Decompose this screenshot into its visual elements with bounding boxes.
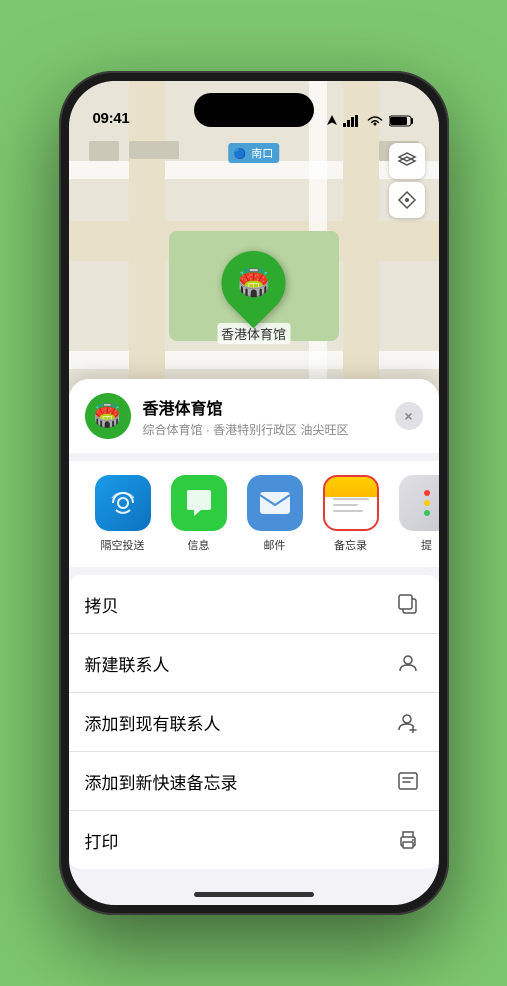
notes-icon-wrap [323, 475, 379, 531]
pin-background: 🏟️ [208, 238, 299, 329]
map-controls [389, 143, 425, 218]
share-row: 隔空投送 信息 [69, 461, 439, 567]
more-dots-col [424, 490, 430, 516]
map-layers-icon [397, 151, 417, 171]
location-arrow-icon [327, 115, 337, 127]
airdrop-label: 隔空投送 [101, 537, 145, 553]
dot-green [424, 510, 430, 516]
add-contact-icon [393, 707, 423, 737]
location-icon [397, 190, 417, 210]
location-pin: 🏟️ 香港体育馆 [217, 251, 290, 344]
status-icons [327, 115, 415, 127]
share-item-mail[interactable]: 邮件 [237, 475, 313, 553]
mail-label: 邮件 [264, 537, 286, 553]
action-copy-label: 拷贝 [85, 592, 393, 617]
notes-label: 备忘录 [334, 537, 367, 553]
dot-red [424, 490, 430, 496]
notes-lines [333, 498, 369, 512]
action-new-contact-label: 新建联系人 [85, 651, 393, 676]
action-add-existing[interactable]: 添加到现有联系人 [69, 693, 439, 752]
dot-yellow [424, 500, 430, 506]
copy-icon [393, 589, 423, 619]
venue-info: 香港体育馆 综合体育馆 · 香港特别行政区 油尖旺区 [143, 395, 383, 438]
mail-icon [259, 491, 291, 515]
messages-label: 信息 [188, 537, 210, 553]
share-item-messages[interactable]: 信息 [161, 475, 237, 553]
home-indicator-spacer [69, 869, 439, 893]
map-label: 🔵 南口 [228, 143, 280, 163]
close-button[interactable]: × [395, 402, 423, 430]
more-label: 提 [421, 537, 432, 553]
status-time: 09:41 [93, 110, 130, 127]
action-print-label: 打印 [85, 828, 393, 853]
airdrop-icon [108, 488, 138, 518]
messages-icon [184, 489, 214, 517]
venue-icon: 🏟️ [85, 393, 131, 439]
action-add-note-label: 添加到新快速备忘录 [85, 769, 393, 794]
share-item-notes[interactable]: 备忘录 [313, 475, 389, 553]
share-item-more[interactable]: 提 [389, 475, 439, 553]
share-item-airdrop[interactable]: 隔空投送 [85, 475, 161, 553]
location-button[interactable] [389, 182, 425, 218]
action-print[interactable]: 打印 [69, 811, 439, 869]
action-add-note[interactable]: 添加到新快速备忘录 [69, 752, 439, 811]
more-icon-wrap [399, 475, 439, 531]
venue-subtitle: 综合体育馆 · 香港特别行政区 油尖旺区 [143, 421, 383, 438]
action-list: 拷贝 新建联系人 [69, 575, 439, 869]
venue-card: 🏟️ 香港体育馆 综合体育馆 · 香港特别行政区 油尖旺区 × [69, 379, 439, 453]
messages-icon-wrap [171, 475, 227, 531]
bottom-sheet: 🏟️ 香港体育馆 综合体育馆 · 香港特别行政区 油尖旺区 × [69, 379, 439, 905]
mail-icon-wrap [247, 475, 303, 531]
wifi-icon [367, 115, 383, 127]
battery-icon [389, 115, 415, 127]
home-indicator [194, 892, 314, 897]
new-contact-icon [393, 648, 423, 678]
signal-icon [343, 115, 361, 127]
map-type-button[interactable] [389, 143, 425, 179]
phone-shell: 09:41 [59, 71, 449, 915]
pin-icon: 🏟️ [237, 268, 269, 299]
action-new-contact[interactable]: 新建联系人 [69, 634, 439, 693]
phone-screen: 09:41 [69, 81, 439, 905]
print-icon [393, 825, 423, 855]
quick-note-icon [393, 766, 423, 796]
action-add-existing-label: 添加到现有联系人 [85, 710, 393, 735]
venue-name: 香港体育馆 [143, 395, 383, 419]
dynamic-island [194, 93, 314, 127]
airdrop-icon-wrap [95, 475, 151, 531]
action-copy[interactable]: 拷贝 [69, 575, 439, 634]
